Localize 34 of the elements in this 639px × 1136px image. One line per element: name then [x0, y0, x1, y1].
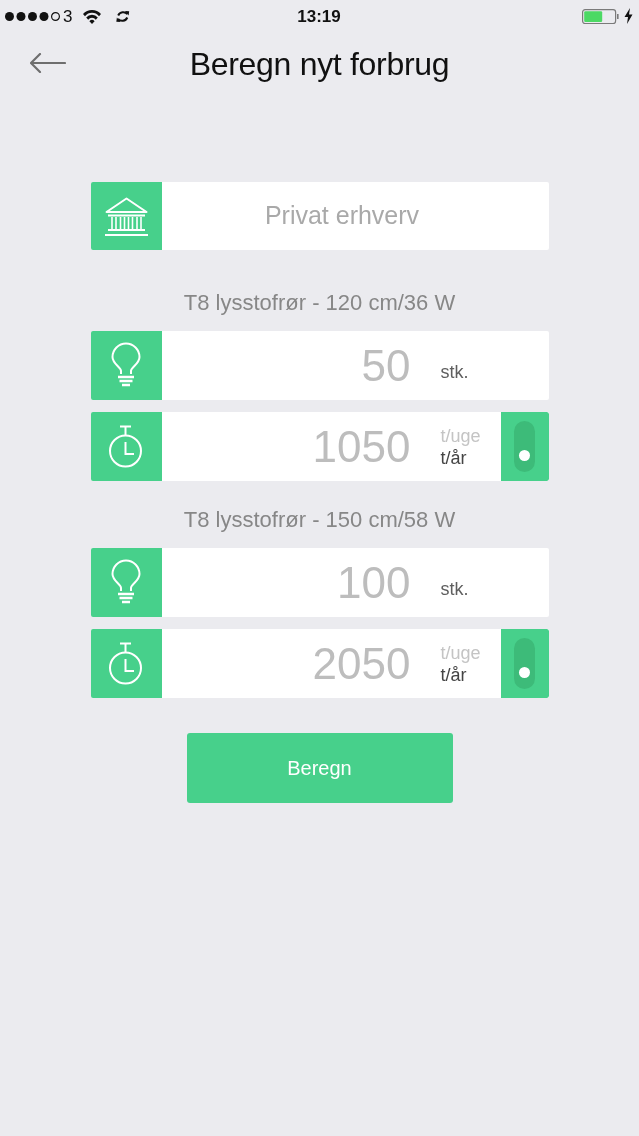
lightbulb-icon — [90, 548, 162, 617]
sector-selector[interactable]: Privat erhverv — [90, 182, 549, 250]
count-input[interactable]: 100 — [161, 548, 411, 617]
unit-option[interactable]: t/år — [440, 663, 501, 686]
charging-icon — [624, 8, 633, 24]
battery-icon — [582, 8, 619, 24]
unit-option[interactable]: t/uge — [440, 641, 501, 664]
group-label: T8 lysstofrør - 150 cm/58 W — [182, 506, 457, 533]
unit-label: stk. — [440, 361, 469, 384]
unit-option[interactable]: t/år — [440, 446, 501, 469]
carrier-label: 3 — [63, 7, 73, 25]
hours-field[interactable]: 1050 t/uge t/år — [90, 412, 549, 481]
unit-toggle[interactable] — [500, 412, 549, 481]
hours-field[interactable]: 2050 t/uge t/år — [90, 629, 549, 698]
page-title: Beregn nyt forbrug — [189, 44, 450, 84]
bank-icon — [90, 182, 162, 250]
unit-label: stk. — [440, 578, 469, 601]
stopwatch-icon — [90, 412, 162, 481]
count-field[interactable]: 50 stk. — [90, 331, 549, 400]
unit-toggle[interactable] — [500, 629, 549, 698]
wifi-icon — [82, 8, 103, 24]
signal-icon — [5, 11, 60, 21]
arrow-left-icon — [30, 52, 66, 73]
group-label: T8 lysstofrør - 120 cm/36 W — [182, 289, 457, 316]
hours-input[interactable]: 2050 — [161, 629, 411, 698]
count-field[interactable]: 100 stk. — [90, 548, 549, 617]
sync-icon — [116, 9, 131, 23]
hours-input[interactable]: 1050 — [161, 412, 411, 481]
stopwatch-icon — [90, 629, 162, 698]
count-input[interactable]: 50 — [161, 331, 411, 400]
unit-option[interactable]: t/uge — [440, 424, 501, 447]
status-time: 13:19 — [297, 7, 341, 25]
calculate-button[interactable]: Beregn — [186, 733, 453, 803]
lightbulb-icon — [90, 331, 162, 400]
